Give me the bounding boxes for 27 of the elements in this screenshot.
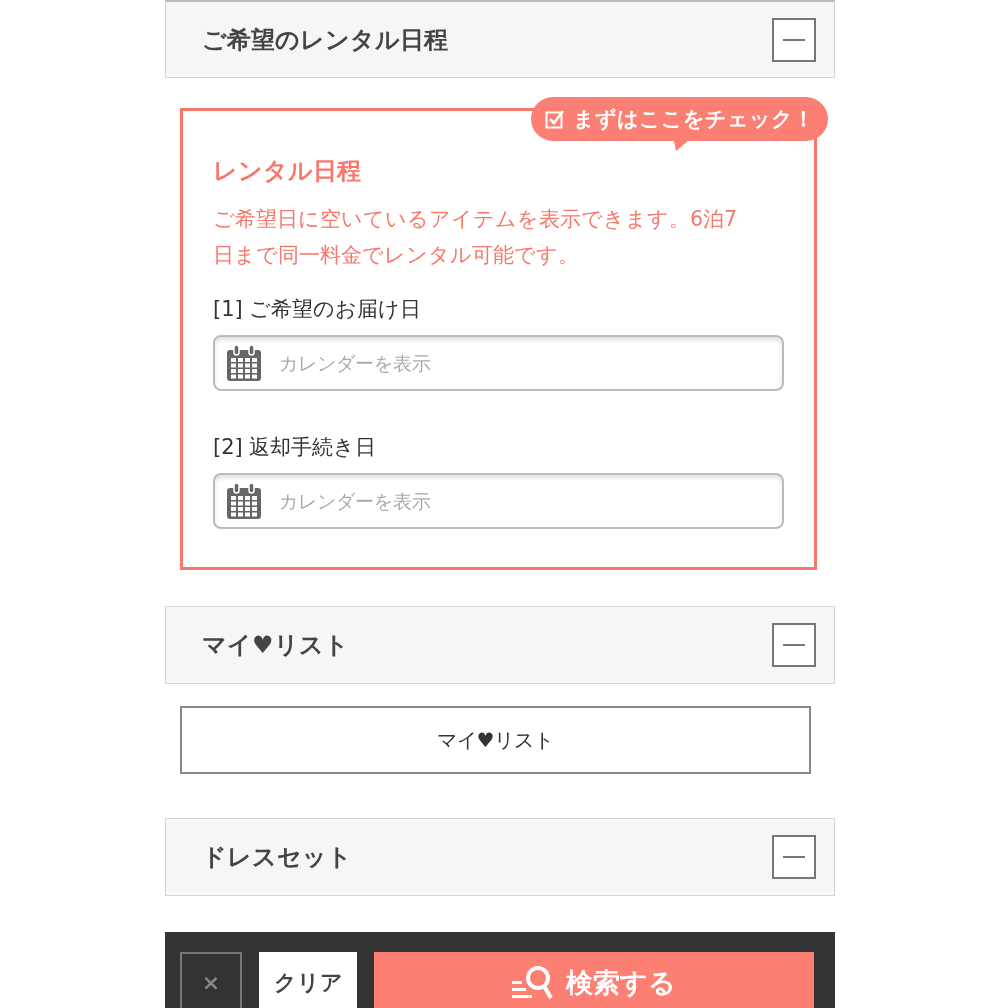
calendar-icon — [227, 345, 261, 381]
date-field[interactable]: カレンダーを表示 — [213, 335, 784, 391]
collapse-button[interactable] — [772, 623, 816, 667]
clear-button[interactable]: クリア — [259, 951, 357, 1008]
calendar-icon — [227, 483, 261, 519]
section-title: ドレスセット — [202, 842, 352, 873]
collapse-button[interactable] — [772, 17, 816, 62]
checkbox-icon — [545, 109, 565, 129]
minus-icon — [783, 856, 805, 858]
minus-icon — [783, 38, 805, 41]
callout-text: まずはここをチェック！ — [573, 106, 814, 133]
field-label: [2] 返却手続き日 — [213, 434, 378, 461]
field-label: [1] ご希望のお届け日 — [213, 296, 423, 323]
minus-icon — [783, 644, 805, 646]
section-header[interactable]: マイ♥リスト — [165, 606, 835, 684]
close-button[interactable]: × — [180, 951, 242, 1008]
section-header[interactable]: ドレスセット — [165, 818, 835, 896]
panel-heading: レンタル日程 — [213, 156, 362, 187]
panel-description: ご希望日に空いているアイテムを表示できます。6泊7日まで同一料金でレンタル可能です。 — [213, 206, 739, 269]
search-icon — [512, 964, 554, 1001]
list-button[interactable]: マイ♥リスト — [180, 706, 811, 774]
date-field[interactable]: カレンダーを表示 — [213, 473, 784, 529]
section-title: マイ♥リスト — [202, 630, 349, 661]
collapse-button[interactable] — [772, 835, 816, 879]
section-title: ご希望のレンタル日程 — [202, 24, 448, 56]
search-label: 検索する — [566, 965, 676, 1000]
section-header[interactable]: ご希望のレンタル日程 — [165, 0, 835, 78]
